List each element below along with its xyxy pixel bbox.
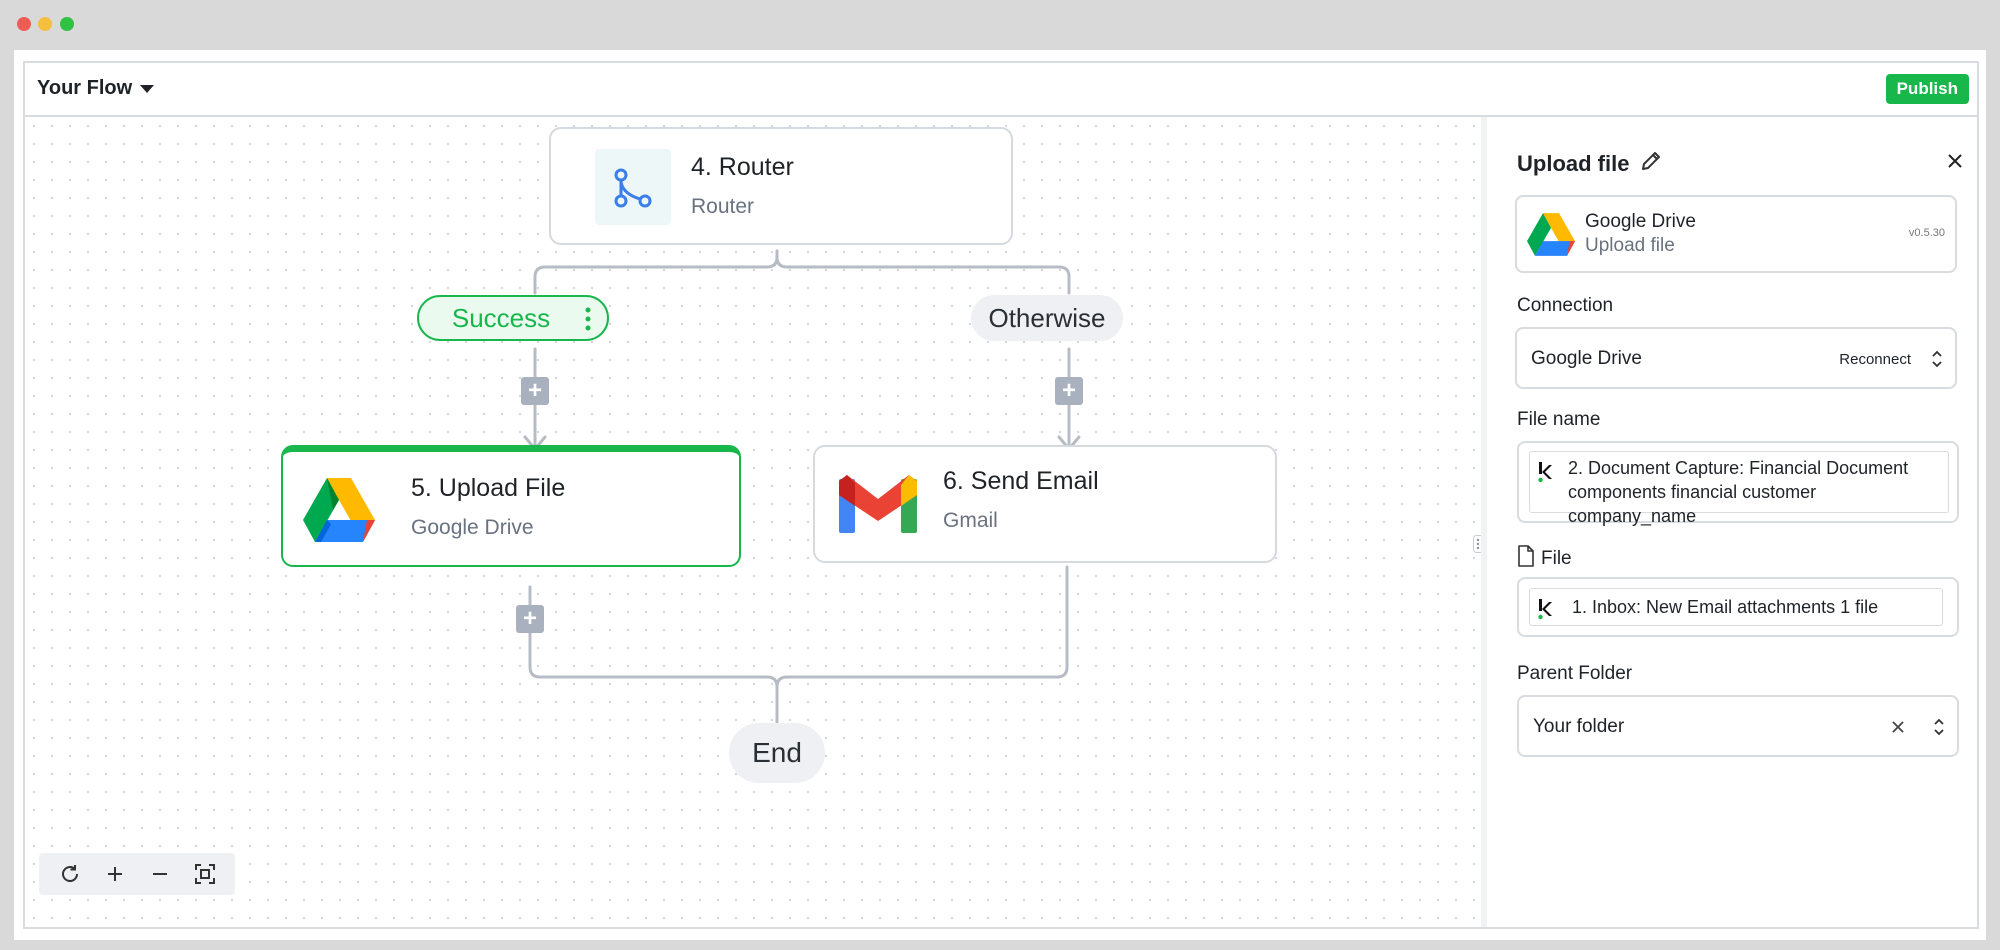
file-field[interactable]: 1. Inbox: New Email attachments 1 file [1517, 577, 1959, 637]
otherwise-branch-label: Otherwise [988, 302, 1106, 333]
send-email-node-title: 6. Send Email [943, 467, 1099, 495]
file-name-field[interactable]: 2. Document Capture: Financial Document … [1517, 441, 1959, 526]
connection-value: Google Drive [1531, 348, 1642, 369]
window-close-dot[interactable] [17, 17, 31, 31]
connection-label: Connection [1517, 295, 1614, 316]
send-email-node[interactable]: 6. Send Email Gmail [813, 445, 1277, 563]
upload-file-node-subtitle: Google Drive [411, 516, 534, 539]
add-step-button-after-upload[interactable]: + [516, 605, 544, 633]
panel-header: Upload file [1517, 149, 1663, 179]
router-node[interactable]: 4. Router Router [549, 127, 1013, 245]
file-label: File [1541, 547, 1572, 569]
flow-canvas[interactable]: 4. Router Router Success Otherwise + + + [25, 117, 1481, 927]
success-branch[interactable]: Success [417, 295, 609, 341]
flow-title: Your Flow [37, 77, 133, 99]
window-maximize-dot[interactable] [60, 17, 74, 31]
zoom-in-icon[interactable] [99, 858, 131, 890]
parent-folder-label: Parent Folder [1517, 663, 1633, 684]
file-label-row: File [1517, 545, 1572, 572]
file-value: 1. Inbox: New Email attachments 1 file [1572, 597, 1879, 617]
top-bar: Your Flow Publish [25, 63, 1977, 117]
file-name-value: 2. Document Capture: Financial Document … [1568, 458, 1909, 526]
app-frame: Your Flow Publish 4. Router Router Succe… [23, 61, 1979, 929]
file-token[interactable]: 1. Inbox: New Email attachments 1 file [1529, 588, 1943, 626]
file-name-token[interactable]: 2. Document Capture: Financial Document … [1529, 451, 1949, 526]
fit-view-icon[interactable] [189, 858, 221, 890]
end-node: End [729, 723, 825, 783]
router-icon [595, 149, 671, 225]
chevron-down-icon [140, 84, 155, 93]
upload-file-node-title: 5. Upload File [411, 474, 566, 502]
file-icon [1517, 545, 1535, 572]
more-vertical-icon[interactable] [585, 307, 591, 338]
data-token-icon [1538, 460, 1552, 489]
clear-icon[interactable] [1891, 720, 1905, 739]
sort-arrows-icon[interactable] [1931, 349, 1943, 374]
data-token-icon [1538, 597, 1552, 626]
file-name-label: File name [1517, 409, 1601, 430]
google-drive-icon [303, 478, 375, 547]
end-node-label: End [752, 737, 802, 768]
app-action-card[interactable]: Google Drive Upload file v0.5.30 [1515, 195, 1957, 273]
step-settings-panel: Upload file Google Drive Upload file v0.… [1481, 117, 1977, 927]
publish-button[interactable]: Publish [1885, 74, 1969, 104]
upload-file-node[interactable]: 5. Upload File Google Drive [281, 445, 741, 567]
router-node-subtitle: Router [691, 195, 755, 218]
parent-folder-select[interactable]: Your folder [1517, 695, 1959, 757]
router-node-title: 4. Router [691, 153, 794, 181]
add-step-button-success[interactable]: + [521, 377, 549, 405]
app-action: Upload file [1585, 235, 1675, 256]
parent-folder-value: Your folder [1533, 716, 1625, 737]
app-version: v0.5.30 [1908, 227, 1945, 239]
reconnect-link[interactable]: Reconnect [1839, 351, 1911, 368]
add-step-button-otherwise[interactable]: + [1055, 377, 1083, 405]
sort-arrows-icon[interactable] [1933, 717, 1945, 742]
window-minimize-dot[interactable] [38, 17, 52, 31]
pencil-icon[interactable] [1639, 149, 1663, 179]
gmail-icon [839, 473, 917, 538]
canvas-controls [39, 853, 235, 895]
send-email-node-subtitle: Gmail [943, 509, 998, 532]
zoom-out-icon[interactable] [144, 858, 176, 890]
app-name: Google Drive [1585, 211, 1696, 232]
close-icon[interactable] [1947, 153, 1963, 174]
refresh-icon[interactable] [54, 858, 86, 890]
panel-title: Upload file [1517, 151, 1630, 176]
flow-title-dropdown[interactable]: Your Flow [37, 77, 155, 100]
success-branch-label: Success [451, 302, 551, 333]
app-window: Your Flow Publish 4. Router Router Succe… [14, 50, 1986, 940]
google-drive-icon [1527, 213, 1575, 261]
otherwise-branch[interactable]: Otherwise [971, 295, 1123, 341]
connection-select[interactable]: Google Drive Reconnect [1515, 327, 1957, 389]
